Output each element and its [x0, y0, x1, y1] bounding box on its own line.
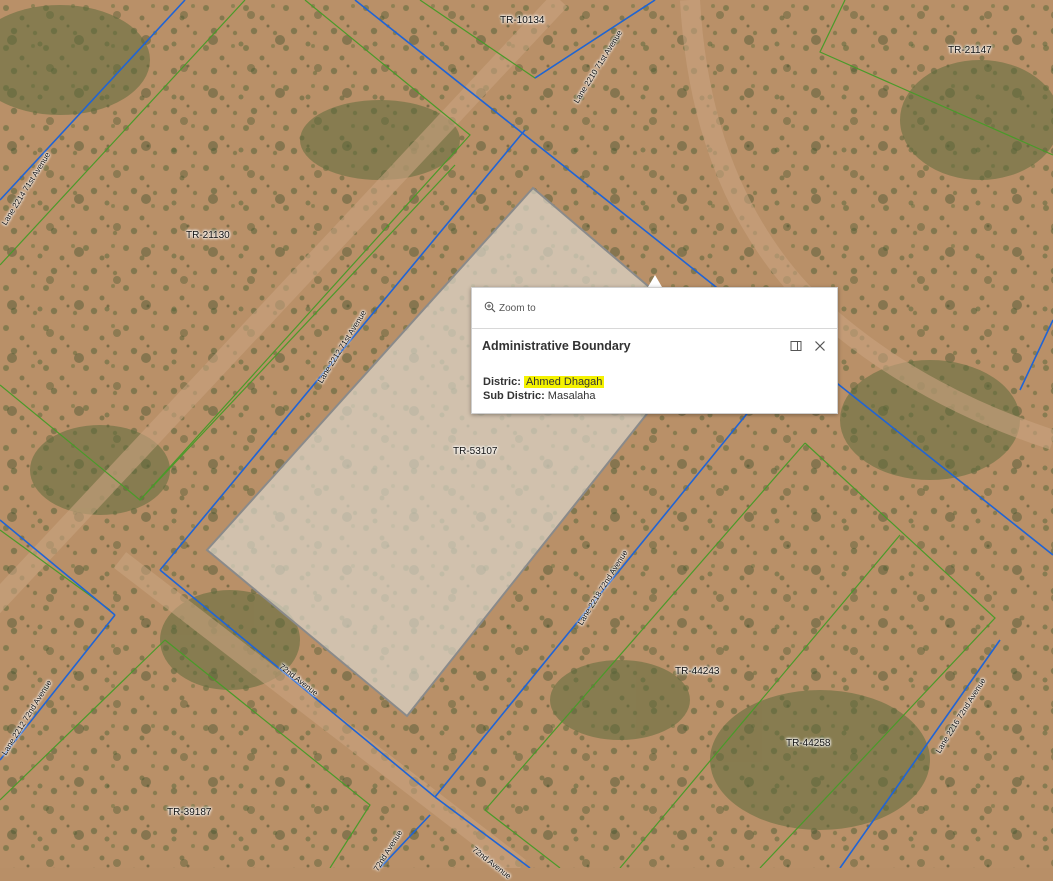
parcel-label: TR-21130 [186, 230, 230, 241]
parcel-label: TR-39187 [167, 807, 212, 818]
popup-fields: Distric: Ahmed Dhagah Sub Distric: Masal… [472, 353, 837, 403]
popup-pointer [648, 275, 662, 287]
dock-icon[interactable] [789, 339, 803, 353]
zoom-to-label: Zoom to [499, 302, 536, 314]
satellite-map[interactable] [0, 0, 1053, 868]
parcel-label: TR-53107 [453, 446, 498, 457]
zoom-in-icon [484, 301, 496, 316]
field-row-district: Distric: Ahmed Dhagah [483, 375, 826, 389]
parcel-label: TR-21147 [948, 45, 992, 56]
parcel-label: TR-10134 [500, 15, 545, 26]
field-row-sub-district: Sub Distric: Masalaha [483, 389, 826, 403]
field-label: Sub Distric: [483, 390, 545, 402]
popup-action-bar: Zoom to [472, 288, 837, 329]
parcel-label: TR-44258 [786, 738, 831, 749]
close-icon[interactable] [813, 339, 827, 353]
field-label: Distric: [483, 376, 521, 388]
popup-title: Administrative Boundary [482, 339, 631, 353]
zoom-to-button[interactable]: Zoom to [484, 301, 536, 316]
feature-popup: Zoom to Administrative Boundary Distric:… [471, 287, 838, 414]
field-value: Masalaha [547, 390, 596, 402]
field-value: Ahmed Dhagah [523, 376, 605, 388]
parcel-label: TR-44243 [675, 666, 720, 677]
